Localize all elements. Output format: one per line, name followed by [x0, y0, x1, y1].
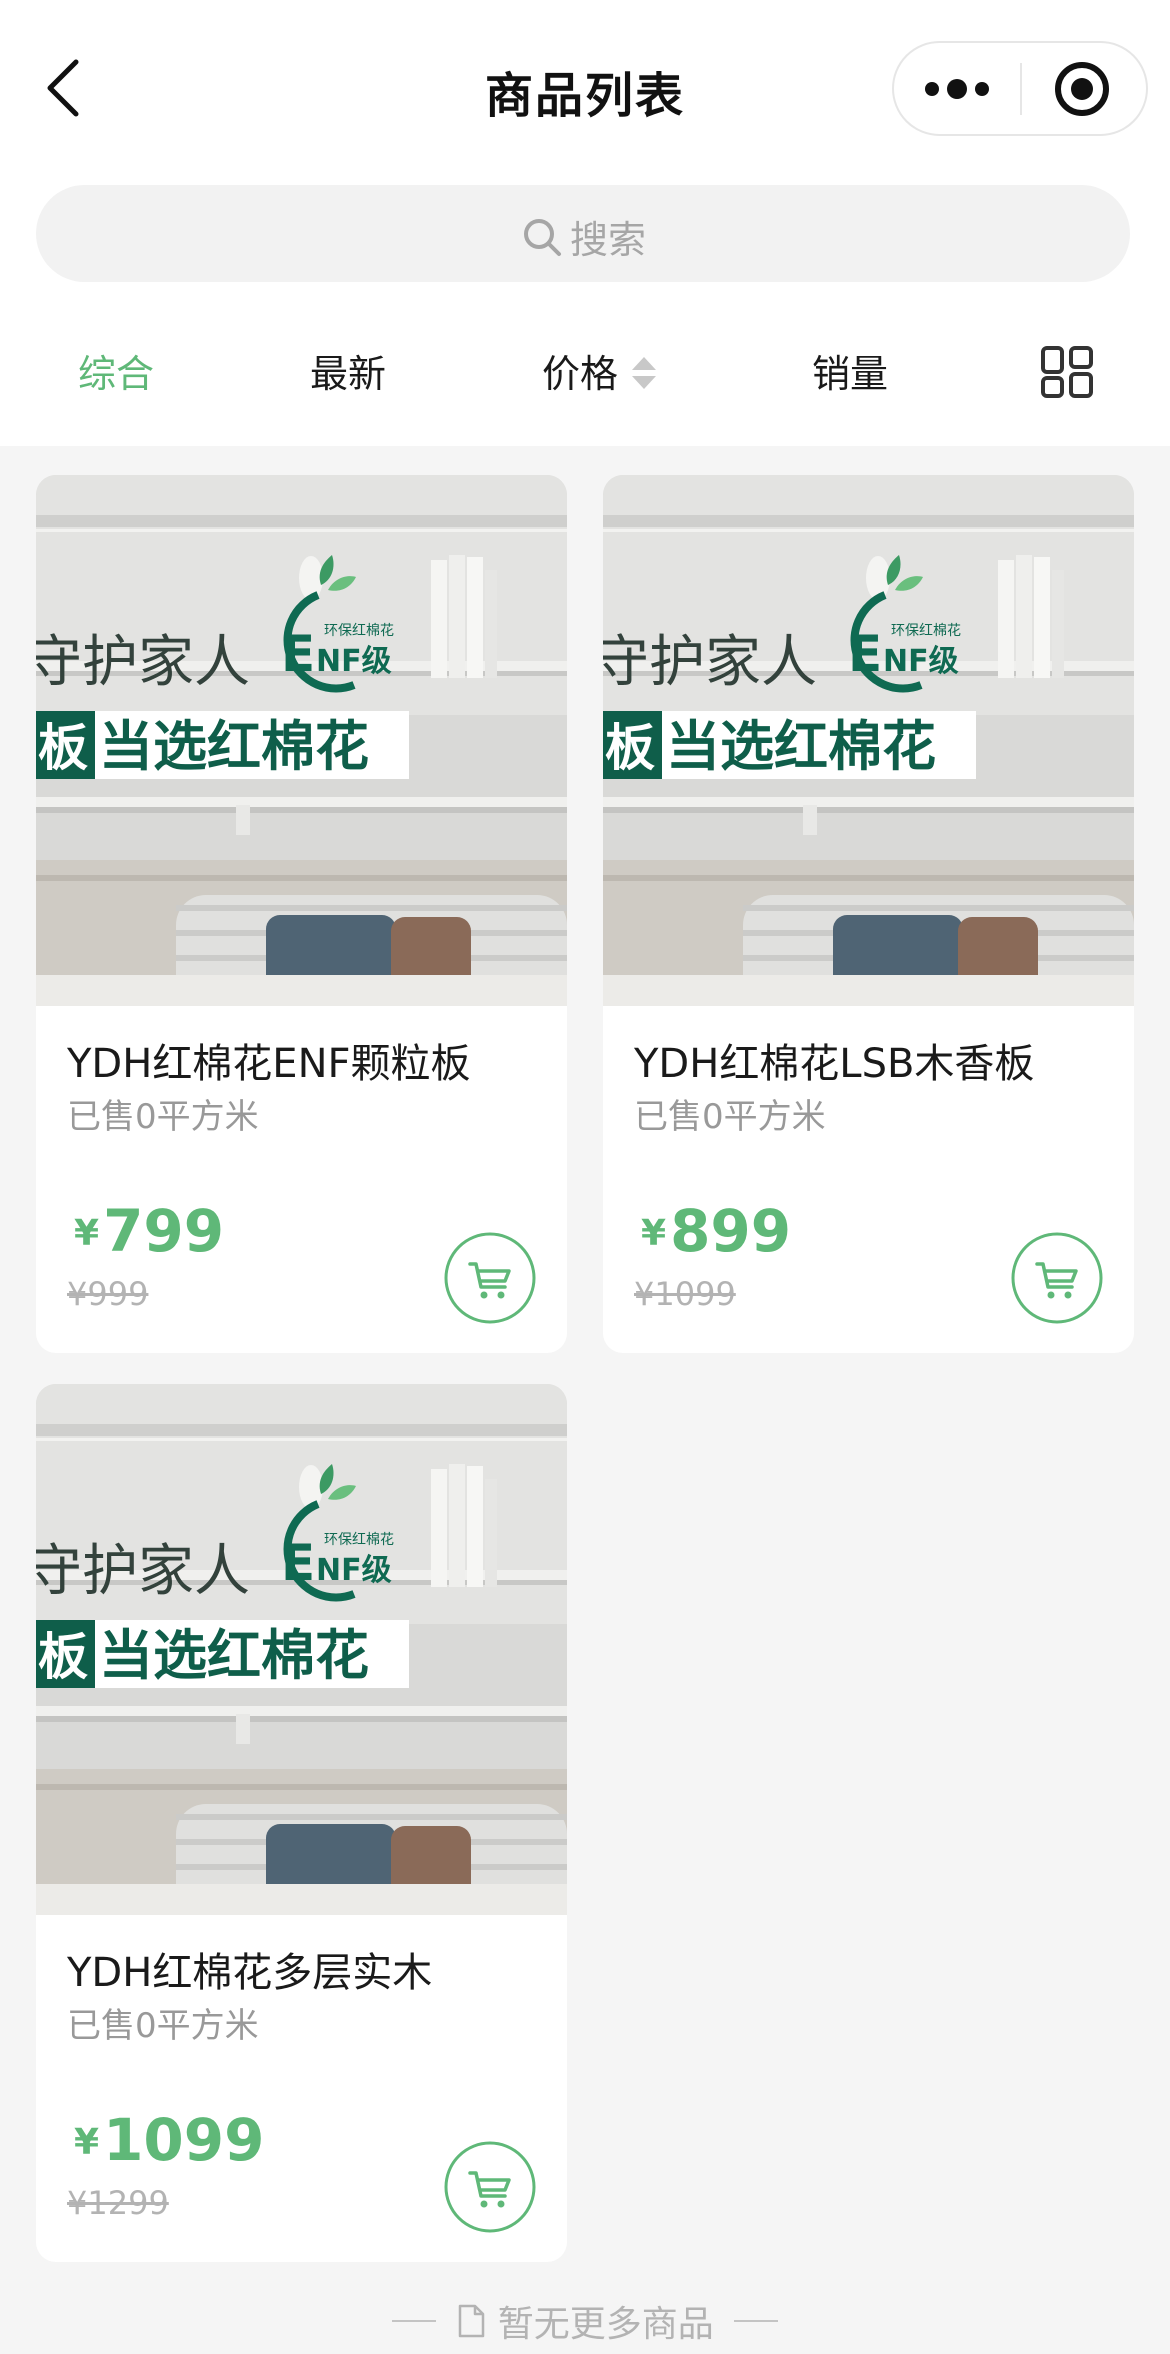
product-image[interactable]: [603, 475, 1134, 1006]
cart-icon[interactable]: [443, 1231, 537, 1325]
product-card[interactable]: YDH红棉花LSB木香板 已售0平方米 ¥899 ¥1099: [603, 475, 1134, 1353]
tab-newest[interactable]: 最新: [310, 343, 386, 398]
divider-line: [733, 2320, 778, 2322]
search-placeholder: 搜索: [569, 218, 646, 262]
product-name: YDH红棉花多层实木: [67, 1950, 433, 1996]
product-sold-count: 已售0平方米: [67, 2006, 259, 2046]
search-icon: [523, 218, 561, 256]
product-sold-count: 已售0平方米: [634, 1097, 826, 1137]
product-image[interactable]: [36, 1384, 567, 1915]
search-input[interactable]: 搜索: [36, 185, 1130, 282]
target-circle-icon[interactable]: [1022, 43, 1148, 134]
product-card[interactable]: YDH红棉花ENF颗粒板 已售0平方米 ¥799 ¥999: [36, 475, 567, 1353]
cart-icon[interactable]: [1010, 1231, 1104, 1325]
product-name: YDH红棉花LSB木香板: [634, 1041, 1035, 1087]
cart-icon[interactable]: [443, 2140, 537, 2234]
document-icon: [459, 2304, 485, 2338]
product-price: ¥799: [74, 1197, 224, 1265]
tab-price[interactable]: 价格: [542, 343, 618, 398]
currency-symbol: ¥: [641, 1213, 667, 1254]
currency-symbol: ¥: [74, 2122, 100, 2163]
price-value: 1099: [103, 2106, 265, 2174]
currency-symbol: ¥: [74, 1213, 100, 1254]
product-image[interactable]: [36, 475, 567, 1006]
list-end-notice: 暂无更多商品: [0, 2295, 1170, 2347]
price-value: 899: [670, 1197, 792, 1265]
product-price: ¥1099: [74, 2106, 265, 2174]
product-price: ¥899: [641, 1197, 791, 1265]
sort-bar: 综合 最新 价格 销量: [0, 325, 1170, 415]
top-bar: 商品列表 搜索 综合 最新 价格 销量: [0, 0, 1170, 446]
tab-sales[interactable]: 销量: [812, 343, 888, 398]
sort-arrows-icon[interactable]: [630, 353, 658, 393]
product-original-price: ¥999: [67, 1275, 149, 1313]
grid-view-icon[interactable]: [1040, 345, 1094, 399]
product-original-price: ¥1299: [67, 2184, 169, 2222]
more-dots-icon[interactable]: [894, 43, 1020, 134]
divider-line: [392, 2320, 437, 2322]
search-placeholder-wrap: 搜索: [36, 209, 1130, 264]
tab-comprehensive[interactable]: 综合: [78, 343, 154, 398]
product-card[interactable]: YDH红棉花多层实木 已售0平方米 ¥1099 ¥1299: [36, 1384, 567, 2262]
price-value: 799: [103, 1197, 225, 1265]
product-original-price: ¥1099: [634, 1275, 736, 1313]
mini-program-capsule: [892, 41, 1148, 136]
product-name: YDH红棉花ENF颗粒板: [67, 1041, 471, 1087]
product-sold-count: 已售0平方米: [67, 1097, 259, 1137]
list-end-text: 暂无更多商品: [497, 2304, 714, 2345]
